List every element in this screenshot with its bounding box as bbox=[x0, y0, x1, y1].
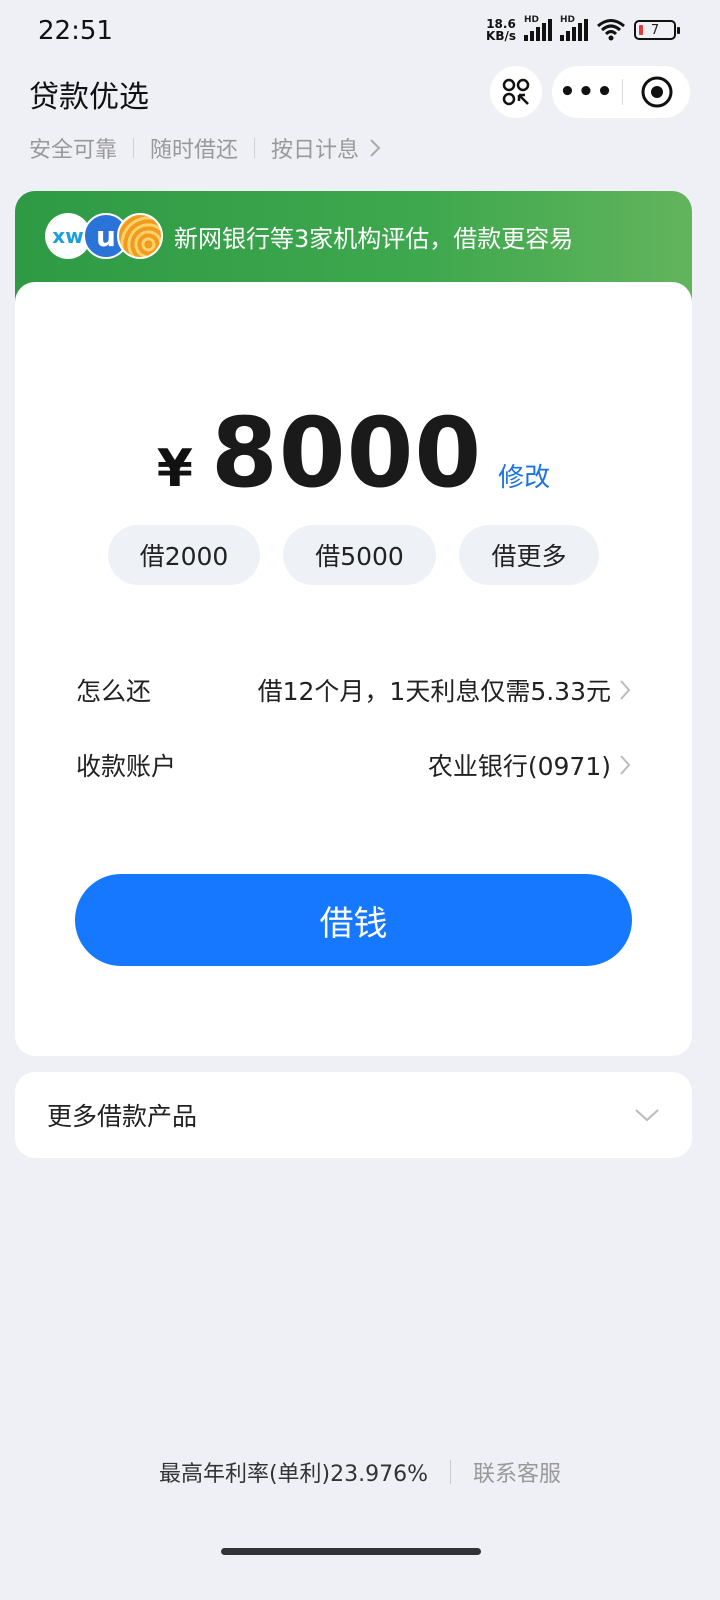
repay-value: 借12个月，1天利息仅需5.33元 bbox=[258, 672, 631, 708]
network-speed: 18.6 KB/s bbox=[486, 17, 516, 43]
chip-borrow-2000[interactable]: 借2000 bbox=[108, 525, 260, 585]
loan-card: ¥ 8000 修改 借2000 借5000 借更多 怎么还 借12个月，1天利息… bbox=[15, 282, 692, 1056]
chip-borrow-more[interactable]: 借更多 bbox=[459, 525, 599, 585]
scan-button[interactable] bbox=[490, 66, 542, 118]
banner-text: 新网银行等3家机构评估，借款更容易 bbox=[174, 225, 574, 253]
scan-icon bbox=[502, 78, 530, 106]
repay-label: 怎么还 bbox=[76, 677, 152, 706]
wifi-icon bbox=[597, 19, 625, 41]
target-icon bbox=[641, 76, 672, 108]
mini-program-capsule: ••• bbox=[552, 66, 690, 118]
more-options-button[interactable]: ••• bbox=[552, 77, 622, 107]
tag-item: 按日计息 bbox=[271, 138, 360, 163]
contact-service-link[interactable]: 联系客服 bbox=[473, 1456, 561, 1488]
account-value: 农业银行(0971) bbox=[428, 747, 631, 783]
status-icons: 18.6 KB/s HD HD 7 bbox=[486, 15, 680, 43]
signal-icon: HD bbox=[524, 15, 552, 41]
status-time: 22:51 bbox=[38, 16, 113, 46]
more-products-row[interactable]: 更多借款产品 bbox=[15, 1072, 692, 1158]
tag-item: 随时借还 bbox=[150, 138, 239, 163]
battery-icon: 7 bbox=[634, 20, 680, 40]
tag-divider bbox=[133, 138, 135, 158]
home-indicator[interactable] bbox=[221, 1548, 481, 1555]
amount-chips: 借2000 借5000 借更多 bbox=[15, 525, 692, 585]
amount-display: ¥ 8000 修改 bbox=[15, 397, 692, 509]
chevron-right-icon bbox=[620, 680, 631, 700]
borrow-button[interactable]: 借钱 bbox=[75, 874, 632, 966]
more-products-label: 更多借款产品 bbox=[47, 1102, 198, 1131]
repay-row[interactable]: 怎么还 借12个月，1天利息仅需5.33元 bbox=[76, 672, 631, 708]
chevron-down-icon bbox=[635, 1109, 659, 1122]
chevron-right-icon bbox=[620, 755, 631, 775]
tag-divider bbox=[254, 138, 256, 158]
page-title: 贷款优选 bbox=[29, 80, 149, 115]
feature-tags[interactable]: 安全可靠 随时借还 按日计息 bbox=[29, 132, 381, 164]
footer: 最高年利率(单利)23.976% 联系客服 bbox=[0, 1456, 720, 1488]
account-row[interactable]: 收款账户 农业银行(0971) bbox=[76, 747, 631, 783]
chevron-right-icon bbox=[370, 139, 381, 157]
footer-divider bbox=[450, 1460, 452, 1484]
chip-borrow-5000[interactable]: 借5000 bbox=[283, 525, 436, 585]
account-label: 收款账户 bbox=[76, 752, 177, 781]
currency-symbol: ¥ bbox=[156, 439, 193, 499]
institution-logos: xw u bbox=[45, 211, 163, 261]
signal-icon-2: HD bbox=[560, 15, 588, 41]
status-bar: 22:51 18.6 KB/s HD HD 7 bbox=[0, 0, 720, 62]
tag-item: 安全可靠 bbox=[29, 138, 118, 163]
edit-amount-link[interactable]: 修改 bbox=[498, 457, 550, 494]
loan-amount: 8000 bbox=[210, 397, 483, 509]
orange-bank-logo bbox=[117, 213, 163, 259]
max-rate-text: 最高年利率(单利)23.976% bbox=[158, 1462, 429, 1487]
close-mini-program-button[interactable] bbox=[623, 75, 690, 109]
